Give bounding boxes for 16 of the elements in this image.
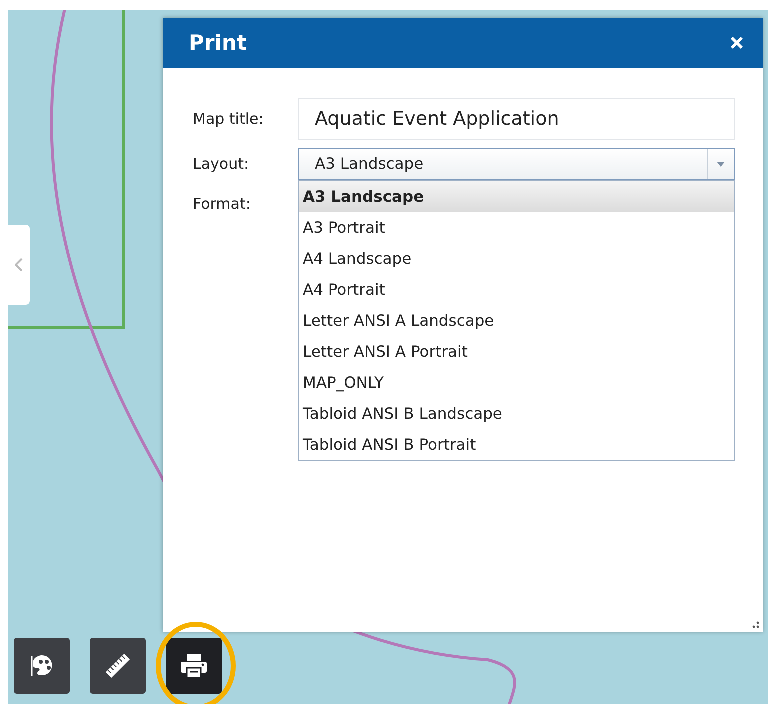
field-label: Format: [193,195,252,213]
close-icon [730,36,744,50]
printer-tool-button[interactable] [166,638,222,694]
resize-grip-icon [752,621,760,629]
ruler-tool-button[interactable] [90,638,146,694]
map-title-field[interactable]: Aquatic Event Application [298,98,735,140]
palette-icon [29,654,55,678]
palette-tool-button[interactable] [14,638,70,694]
caret-icon [717,162,725,166]
field-label: Layout: [193,155,250,173]
layout-dropdown[interactable]: A3 Landscape [298,148,735,180]
dropdown-option[interactable]: A3 Landscape [299,181,734,212]
chevron-left-icon [15,258,23,272]
printer-icon [180,653,208,679]
field-label: Map title: [193,110,265,128]
dialog-title: Print [189,31,247,55]
